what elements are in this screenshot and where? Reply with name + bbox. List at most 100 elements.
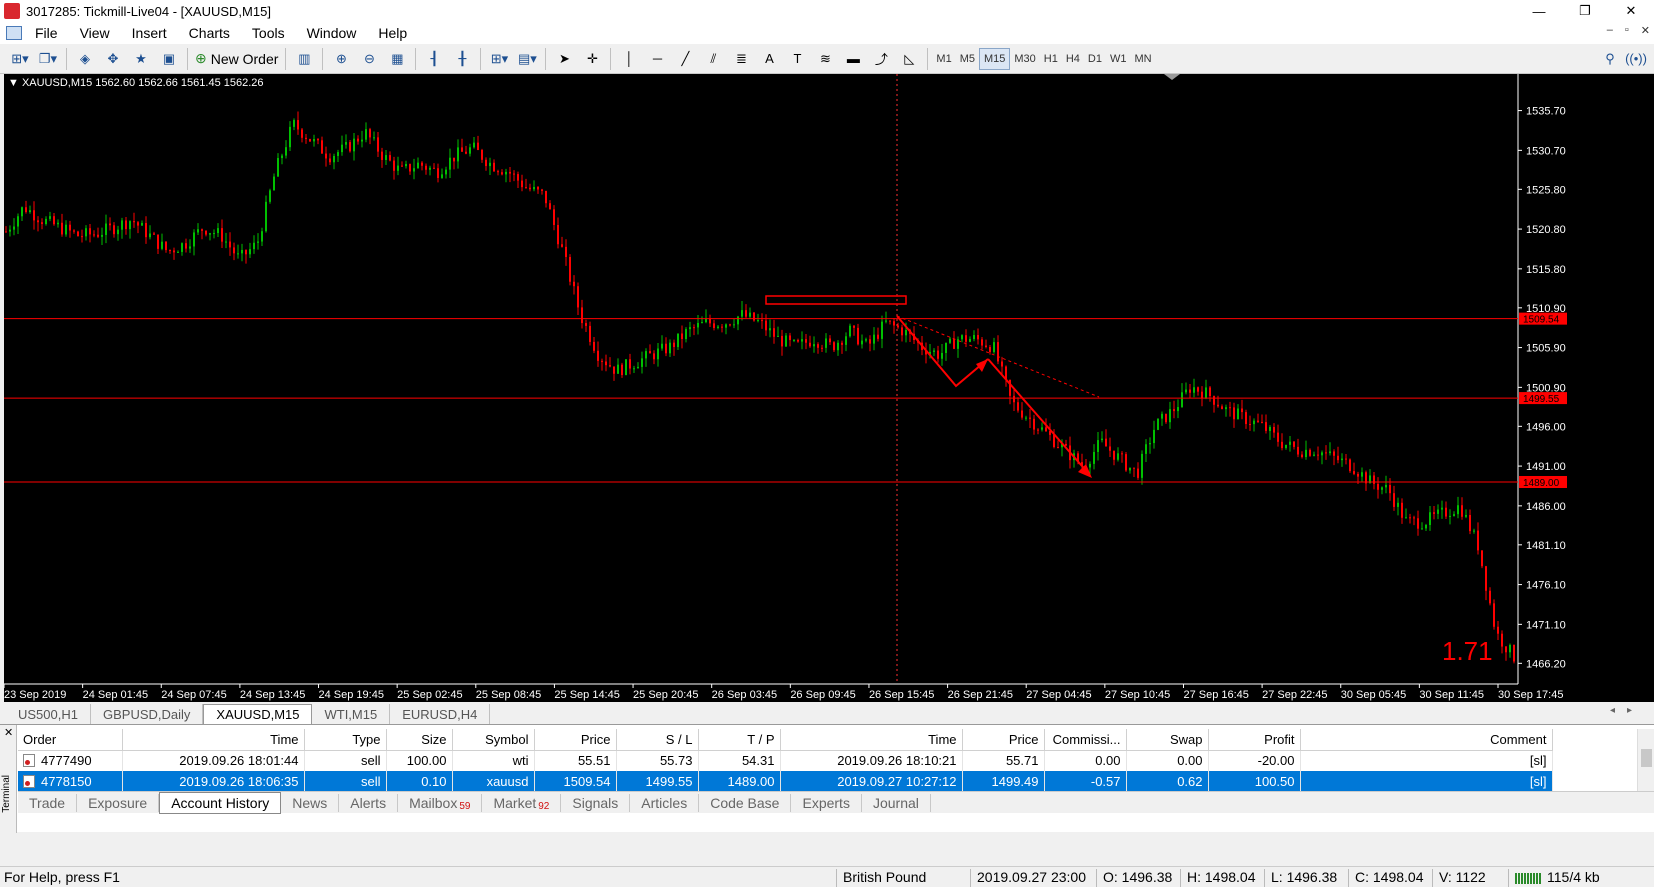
chart-tab-wti[interactable]: WTI,M15	[312, 704, 391, 724]
market-watch-icon[interactable]: ◈	[74, 47, 96, 71]
arrows-icon[interactable]: ⤴	[870, 47, 892, 71]
drawn-arrow-down[interactable]	[987, 358, 1090, 475]
favorites-icon[interactable]: ★	[130, 47, 152, 71]
status-connection[interactable]: 115/4 kb	[1508, 869, 1600, 887]
terminal-tab-trade[interactable]: Trade	[18, 793, 78, 812]
candle-body	[201, 229, 203, 231]
fib-fan-icon[interactable]: ≋	[814, 47, 836, 71]
col-profit[interactable]: Profit	[1208, 729, 1301, 751]
search-icon[interactable]: ⚲	[1599, 47, 1621, 71]
drawn-rectangle[interactable]	[765, 295, 907, 305]
col-time[interactable]: Time	[122, 729, 305, 751]
timeframe-h4[interactable]: H4	[1062, 48, 1084, 70]
terminal-tab-alerts[interactable]: Alerts	[339, 793, 399, 812]
col-tp[interactable]: T / P	[698, 729, 781, 751]
timeframe-m1[interactable]: M1	[932, 48, 955, 70]
minimize-button[interactable]: —	[1516, 0, 1562, 22]
terminal-tab-articles[interactable]: Articles	[630, 793, 700, 812]
menu-window[interactable]: Window	[296, 25, 368, 41]
chart-tab-eurusd[interactable]: EURUSD,H4	[390, 704, 491, 724]
candle-body	[625, 359, 627, 376]
chart-canvas[interactable]: ▼ XAUUSD,M15 1562.60 1562.66 1561.45 156…	[4, 74, 1654, 702]
terminal-tab-news[interactable]: News	[281, 793, 340, 812]
candlestick-icon[interactable]: ╂	[451, 47, 473, 71]
menu-file[interactable]: File	[24, 25, 69, 41]
timeframe-h1[interactable]: H1	[1040, 48, 1062, 70]
price-chart[interactable]: ▼ XAUUSD,M15 1562.60 1562.66 1561.45 156…	[4, 74, 1654, 702]
chart-window-icon[interactable]	[6, 26, 22, 40]
col-close-time[interactable]: Time	[780, 729, 963, 751]
tile-windows-icon[interactable]: ▦	[386, 47, 408, 71]
terminal-tab-experts[interactable]: Experts	[791, 793, 862, 812]
terminal-tab-journal[interactable]: Journal	[862, 793, 931, 812]
chart-shift-marker[interactable]	[1164, 74, 1180, 80]
terminal-tab-signals[interactable]: Signals	[561, 793, 631, 812]
rectangle-icon[interactable]: ▬	[842, 47, 864, 71]
terminal-close-icon[interactable]: ✕	[4, 726, 13, 739]
indicators-icon[interactable]: ⊞▾	[488, 47, 510, 71]
zoom-out-icon[interactable]: ⊖	[358, 47, 380, 71]
trendline-icon[interactable]: ╱	[674, 47, 696, 71]
col-symbol[interactable]: Symbol	[452, 729, 535, 751]
cursor-icon[interactable]: ➤	[553, 47, 575, 71]
terminal-tab-mailbox[interactable]: Mailbox 59	[398, 793, 483, 812]
scrollbar-thumb[interactable]	[1641, 749, 1652, 767]
table-row[interactable]: 4777490 2019.09.26 18:01:44 sell 100.00 …	[18, 750, 1553, 771]
tab-scroll-arrows[interactable]: ◂▸	[1610, 705, 1644, 716]
timeframe-m15[interactable]: M15	[978, 47, 1011, 70]
col-comment[interactable]: Comment	[1300, 729, 1553, 751]
chart-tab-xauusd[interactable]: XAUUSD,M15	[203, 704, 313, 724]
menu-view[interactable]: View	[69, 25, 121, 41]
terminal-icon[interactable]: ▣	[158, 47, 180, 71]
profiles-icon[interactable]: ❐▾	[37, 47, 59, 71]
close-button[interactable]: ✕	[1608, 0, 1654, 22]
chart-tab-gbpusd[interactable]: GBPUSD,Daily	[91, 704, 204, 724]
table-row-selected[interactable]: 4778150 2019.09.26 18:06:35 sell 0.10 xa…	[18, 771, 1553, 792]
timeframe-m5[interactable]: M5	[956, 48, 979, 70]
timeframe-m30[interactable]: M30	[1010, 48, 1039, 70]
terminal-tab-market[interactable]: Market 92	[482, 793, 562, 812]
terminal-tab-account-history[interactable]: Account History	[159, 791, 282, 814]
zoom-in-icon[interactable]: ⊕	[330, 47, 352, 71]
vertical-line-icon[interactable]: │	[618, 47, 640, 71]
timeframe-w1[interactable]: W1	[1106, 48, 1131, 70]
terminal-tab-code-base[interactable]: Code Base	[699, 793, 792, 812]
chart-tab-us500[interactable]: US500,H1	[6, 704, 91, 724]
maximize-button[interactable]: ❐	[1562, 0, 1608, 22]
col-order[interactable]: Order	[18, 729, 123, 751]
menu-insert[interactable]: Insert	[121, 25, 178, 41]
crosshair-icon[interactable]: ✛	[581, 47, 603, 71]
mdi-minimize-button[interactable]: –	[1607, 24, 1613, 37]
mdi-restore-button[interactable]: ▫	[1625, 24, 1629, 37]
equidistant-channel-icon[interactable]: ⫽	[702, 47, 724, 71]
col-type[interactable]: Type	[304, 729, 387, 751]
fibonacci-icon[interactable]: ≣	[730, 47, 752, 71]
shapes-icon[interactable]: ◺	[898, 47, 920, 71]
col-commission[interactable]: Commissi...	[1044, 729, 1127, 751]
col-size[interactable]: Size	[386, 729, 453, 751]
horizontal-line-icon[interactable]: ─	[646, 47, 668, 71]
text-icon[interactable]: A	[758, 47, 780, 71]
navigator-icon[interactable]: ✥	[102, 47, 124, 71]
bar-chart-icon[interactable]: ┨	[423, 47, 445, 71]
new-chart-icon[interactable]: ⊞▾	[9, 47, 31, 71]
text-label-icon[interactable]: T	[786, 47, 808, 71]
menu-help[interactable]: Help	[367, 25, 418, 41]
menu-tools[interactable]: Tools	[241, 25, 296, 41]
signal-icon[interactable]: ((•))	[1625, 47, 1647, 71]
templates-icon[interactable]: ▤▾	[516, 47, 538, 71]
candle-body	[1053, 434, 1055, 448]
terminal-scrollbar[interactable]	[1637, 729, 1654, 793]
col-swap[interactable]: Swap	[1126, 729, 1209, 751]
menu-charts[interactable]: Charts	[178, 25, 241, 41]
col-price[interactable]: Price	[534, 729, 617, 751]
terminal-tab-exposure[interactable]: Exposure	[77, 793, 160, 812]
new-order-button[interactable]: ⊕ New Order	[195, 47, 278, 71]
autotrading-icon[interactable]: ▥	[293, 47, 315, 71]
col-sl[interactable]: S / L	[616, 729, 699, 751]
col-close-price[interactable]: Price	[962, 729, 1045, 751]
mdi-close-button[interactable]: ✕	[1641, 24, 1650, 37]
timeframe-mn[interactable]: MN	[1130, 48, 1155, 70]
timeframe-d1[interactable]: D1	[1084, 48, 1106, 70]
candle-body	[401, 165, 403, 167]
